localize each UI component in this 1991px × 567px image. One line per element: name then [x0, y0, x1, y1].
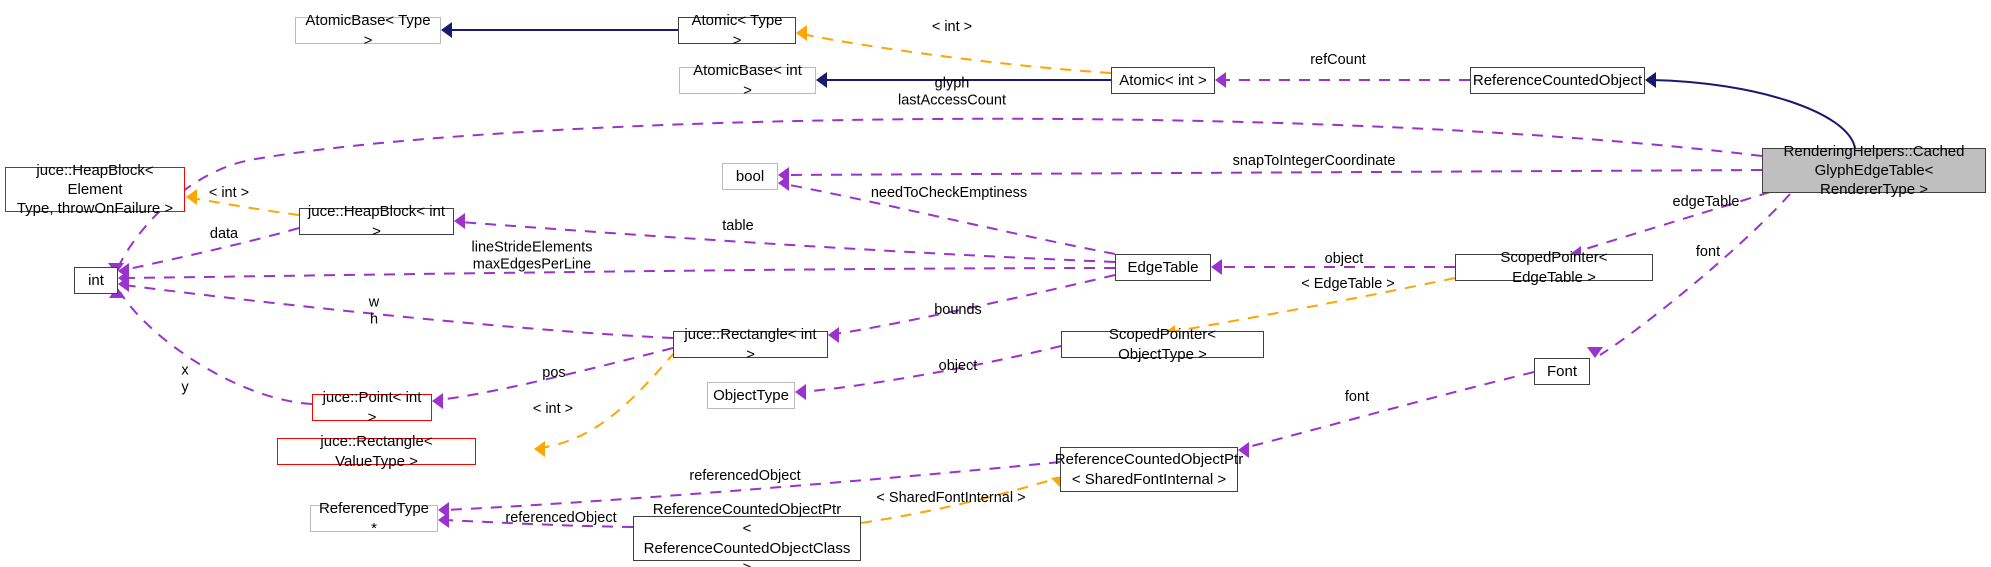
node-label: int: [88, 271, 104, 289]
node-label: ObjectType: [713, 386, 789, 404]
node-heapblock_elem[interactable]: juce::HeapBlock< Element Type, throwOnFa…: [5, 162, 185, 217]
node-label: Atomic< Type >: [691, 12, 783, 49]
arrowhead-e19: [432, 393, 443, 409]
arrowhead-e26: [438, 512, 449, 528]
edge-label-lbl_bounds: bounds: [934, 302, 982, 318]
node-rect_valuetype[interactable]: juce::Rectangle< ValueType >: [277, 433, 476, 470]
edge-label-lbl_sharedfontinternal: < SharedFontInternal >: [876, 490, 1025, 506]
arrowhead-e12: [454, 213, 465, 229]
edge-label-lbl_pos: pos: [542, 365, 565, 381]
node-rcop_sharedfont[interactable]: ReferenceCountedObjectPtr < SharedFontIn…: [1055, 447, 1243, 492]
node-label: ReferencedType *: [318, 500, 430, 537]
node-scopedptr_obj[interactable]: ScopedPointer< ObjectType >: [1061, 326, 1264, 363]
edge-label-lbl_object_edge: object: [1325, 251, 1364, 267]
node-rect_int[interactable]: juce::Rectangle< int >: [673, 326, 828, 363]
edge-font-to-rcop_sharedfont: [1243, 371, 1535, 449]
edge-label-lbl_snaptoint: snapToIntegerCoordinate: [1233, 153, 1396, 169]
node-label: AtomicBase< int >: [693, 62, 802, 99]
edge-label-lbl_w_h: wh: [368, 294, 380, 327]
arrowhead-e5: [1645, 72, 1656, 88]
edge-label-lbl_needtocheck: needToCheckEmptiness: [871, 185, 1027, 201]
edge-label-lbl_table: table: [722, 218, 753, 234]
node-heapblock_int[interactable]: juce::HeapBlock< int >: [299, 203, 454, 240]
arrowhead-e10: [186, 189, 197, 205]
node-label: bool: [735, 167, 765, 185]
node-label: EdgeTable: [1127, 258, 1199, 276]
arrowhead-e2: [796, 25, 807, 41]
arrowhead-e20: [534, 441, 545, 457]
node-atomicbase_int[interactable]: AtomicBase< int >: [679, 62, 816, 99]
node-label: juce::HeapBlock< int >: [307, 203, 446, 240]
edge-label-lbl_object_obj: object: [939, 358, 978, 374]
node-label: Font: [1546, 362, 1577, 380]
edge-label-lbl_referencedobject_1: referencedObject: [689, 468, 800, 484]
node-label: ReferenceCountedObjectPtr < ReferenceCou…: [643, 501, 851, 567]
edge-label-lbl_int_2: < int >: [209, 185, 249, 201]
node-refcountedobject[interactable]: ReferenceCountedObject: [1470, 67, 1645, 94]
edge-rect_int-to-int: [123, 284, 674, 339]
edge-edgetable-to-int: [123, 267, 1116, 279]
edge-point_int-to-int: [119, 291, 313, 405]
arrowhead-e3: [816, 72, 827, 88]
node-rcop_rcoclass[interactable]: ReferenceCountedObjectPtr < ReferenceCou…: [633, 501, 861, 567]
node-referencedtype[interactable]: ReferencedType *: [310, 500, 438, 537]
edge-label-lbl_edgetable: edgeTable: [1673, 194, 1740, 210]
arrowhead-e16: [1211, 259, 1222, 275]
edge-label-lbl_x_y: xy: [181, 362, 189, 395]
node-atomic_type[interactable]: Atomic< Type >: [678, 12, 796, 49]
edge-label-lbl_refcount: refCount: [1310, 52, 1366, 68]
edge-current-to-bool: [783, 169, 1763, 176]
node-int[interactable]: int: [74, 267, 118, 294]
collaboration-diagram: < int > refCount glyph lastAccessCount snapT…: [0, 0, 1991, 567]
node-label: RenderingHelpers::Cached GlyphEdgeTable<…: [1783, 142, 1965, 199]
arrowhead-e15: [828, 327, 839, 343]
diagram-edges-layer: < int >refCountglyph lastAccessCountsnapT…: [108, 19, 1856, 528]
node-label: ScopedPointer< ObjectType >: [1108, 326, 1217, 363]
edge-atomic_int-to-atomic_type: [801, 33, 1112, 74]
node-edgetable[interactable]: EdgeTable: [1115, 254, 1211, 281]
node-label: ReferenceCountedObject: [1472, 71, 1643, 89]
node-label: Atomic< int >: [1119, 71, 1207, 89]
arrowhead-e1: [441, 22, 452, 38]
node-label: ScopedPointer< EdgeTable >: [1500, 249, 1608, 286]
node-scopedptr_edge[interactable]: ScopedPointer< EdgeTable >: [1455, 249, 1653, 286]
node-objecttype[interactable]: ObjectType: [707, 382, 795, 409]
node-label: juce::Rectangle< int >: [684, 326, 817, 363]
node-label: juce::Point< int >: [322, 389, 422, 426]
edge-label-lbl_int_3: < int >: [533, 401, 573, 417]
arrowhead-e9: [1587, 347, 1603, 358]
edge-label-lbl_data: data: [210, 226, 239, 242]
node-current: RenderingHelpers::Cached GlyphEdgeTable<…: [1762, 143, 1986, 198]
node-atomic_int[interactable]: Atomic< int >: [1111, 67, 1215, 94]
edge-label-lbl_referencedobject_2: referencedObject: [505, 510, 616, 526]
node-atomicbase_type[interactable]: AtomicBase< Type >: [295, 12, 441, 49]
node-label: ReferenceCountedObjectPtr < SharedFontIn…: [1054, 451, 1244, 488]
node-label: AtomicBase< Type >: [305, 12, 431, 49]
arrowhead-e4: [1215, 72, 1226, 88]
arrowhead-e21: [795, 384, 806, 400]
edge-label-lbl_int_1: < int >: [932, 19, 972, 35]
node-label: juce::HeapBlock< Element Type, throwOnFa…: [16, 161, 174, 218]
edge-label-lbl_font_mid: font: [1345, 389, 1369, 405]
edge-label-lbl_edgetable_tmpl: < EdgeTable >: [1301, 276, 1395, 292]
node-label: juce::Rectangle< ValueType >: [320, 433, 433, 470]
edge-scopedptr_obj-to-objecttype: [800, 345, 1062, 393]
node-point_int[interactable]: juce::Point< int >: [312, 389, 432, 426]
edge-label-lbl_linestride: lineStrideElements maxEdgesPerLine: [472, 239, 593, 272]
edge-label-lbl_font_right: font: [1696, 244, 1720, 260]
edge-current-to-refcountedobject: [1650, 79, 1856, 149]
node-font[interactable]: Font: [1534, 358, 1590, 385]
node-bool[interactable]: bool: [722, 163, 778, 190]
